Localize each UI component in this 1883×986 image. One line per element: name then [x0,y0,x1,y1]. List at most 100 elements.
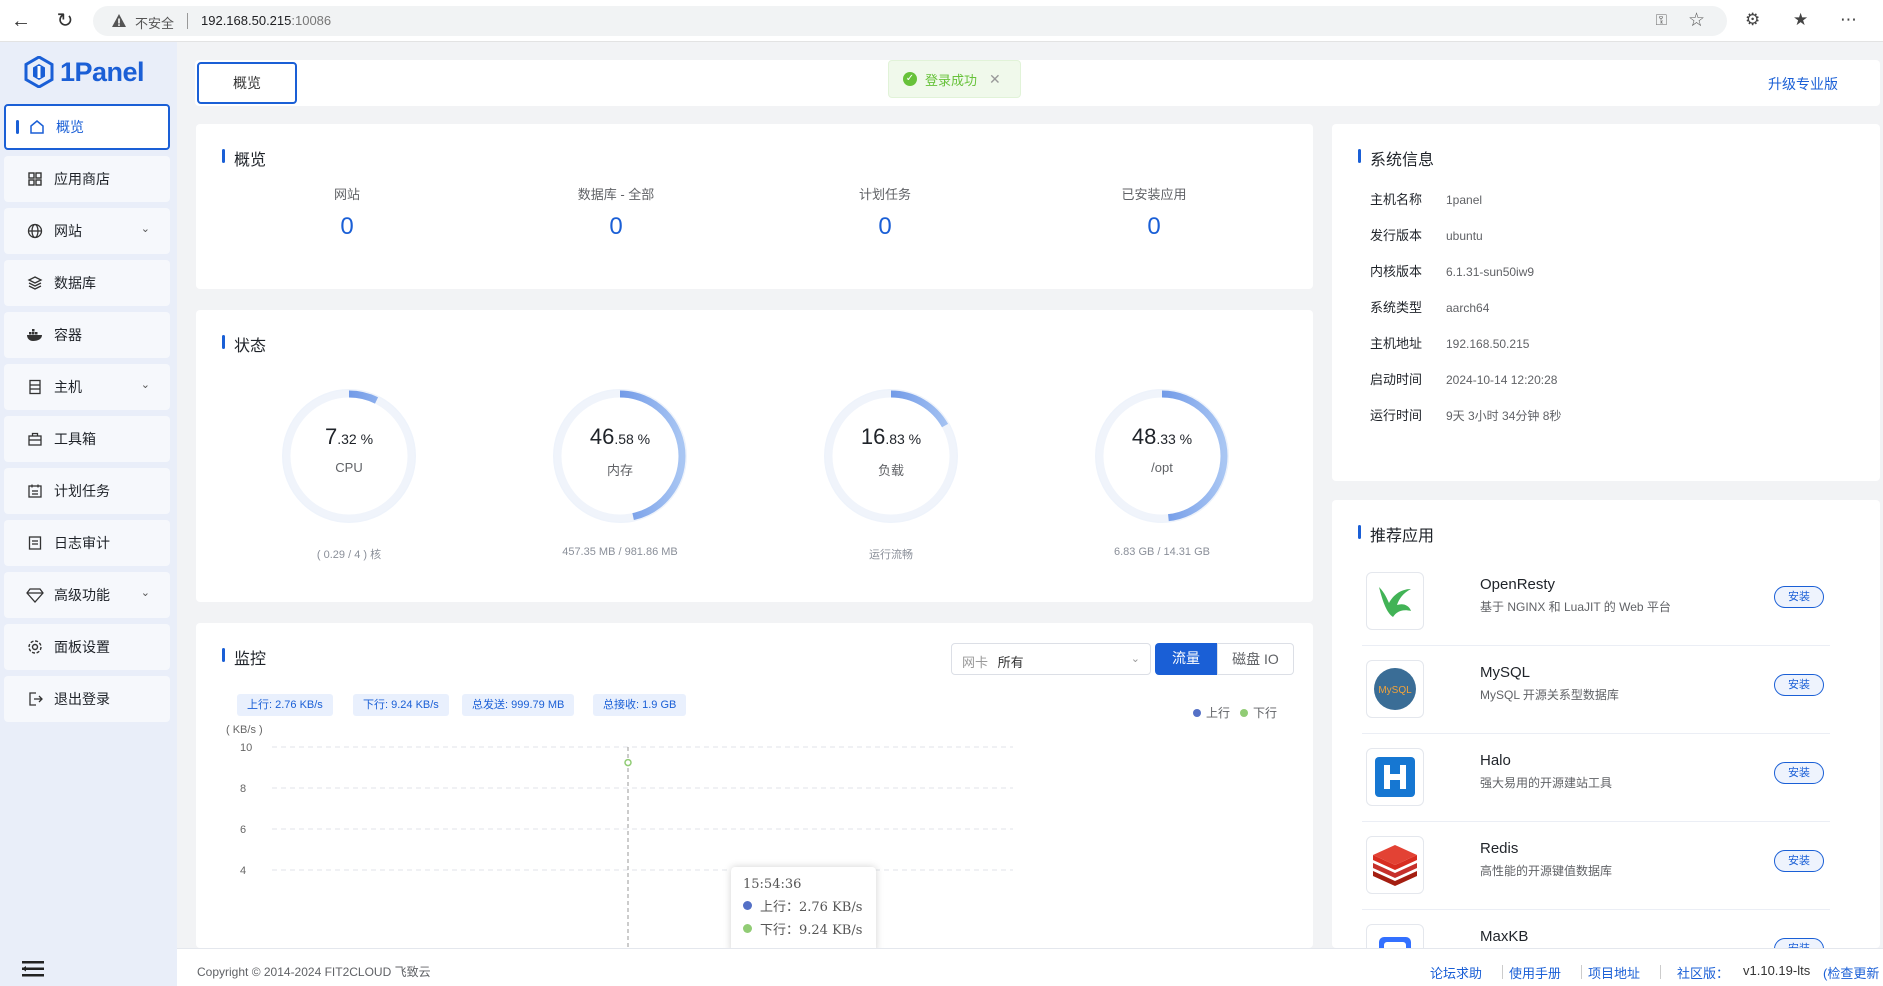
stat-value: 0 [878,213,892,240]
stat-websites[interactable]: 网站 0 [247,184,447,241]
project-link[interactable]: 项目地址 [1588,963,1640,982]
status-title: 状态 [222,332,266,356]
collapse-menu-icon[interactable] [22,960,44,978]
reload-icon[interactable]: ↻ [52,8,78,34]
stat-databases[interactable]: 数据库 - 全部 0 [516,184,716,241]
chevron-down-icon: ⌄ [140,223,150,235]
install-button[interactable]: 安装 [1774,850,1824,872]
address-bar[interactable]: 不安全 192.168.50.215:10086 ⚿ ☆ [93,6,1727,36]
tooltip-down: 下行：9.24 KB/s [760,923,863,938]
sidebar-item-label: 网站 [54,223,82,239]
gauge-value-int: 7 [324,424,338,449]
sidebar-item-label: 容器 [54,327,82,343]
chart-body: 10 8 6 4 ( KB/s ) [226,724,1013,948]
calendar-icon [26,482,44,500]
star-icon[interactable]: ☆ [1688,9,1705,32]
data-point [624,758,632,767]
sysinfo-card: 系统信息 主机名称 1panel 发行版本 ubuntu 内核版本 6.1.31-su… [1332,124,1880,481]
app-name: Redis [1480,840,1519,857]
toolbox-icon [26,430,44,448]
gauge-ring [553,389,687,523]
sidebar-menu: 概览 应用商店 网站 ⌄ 数据库 容器 主机 ⌄ 工具箱 计划任务 日志审计 高… [4,104,170,728]
tab-overview[interactable]: 概览 [197,62,297,104]
y-axis-unit: ( KB/s ) [226,724,263,736]
close-icon[interactable]: ✕ [989,71,1001,88]
sidebar-item-host[interactable]: 主机 ⌄ [4,364,170,410]
diamond-icon [26,586,44,604]
app-row-maxkb[interactable]: MaxKB 安装 [1362,910,1830,948]
stat-label: 网站 [333,187,360,202]
copyright-text: Copyright © 2014-2024 FIT2CLOUD 飞致云 [197,965,431,979]
gauge-disk[interactable]: 48.33 % /opt [1092,386,1232,526]
sidebar-item-label: 退出登录 [54,691,110,707]
key-icon[interactable]: ⚿ [1656,12,1667,29]
version-text: v1.10.19-lts [1743,963,1811,978]
footer-separator [1581,965,1582,979]
check-update-link[interactable]: (检查更新 [1823,963,1879,982]
info-address: 主机地址 192.168.50.215 [1370,333,1529,352]
stat-cron-jobs[interactable]: 计划任务 0 [785,184,985,241]
sidebar-item-logs[interactable]: 日志审计 [4,520,170,566]
gauge-value: 7.32 % [279,424,419,450]
footer-separator [1660,965,1661,979]
sidebar-item-database[interactable]: 数据库 [4,260,170,306]
tooltip-up: 上行：2.76 KB/s [760,900,863,915]
manual-link[interactable]: 使用手册 [1509,963,1561,982]
sidebar-item-advanced[interactable]: 高级功能 ⌄ [4,572,170,618]
back-arrow-icon[interactable]: ← [8,8,34,34]
maxkb-icon [1366,924,1424,948]
app-name: MySQL [1480,664,1531,681]
sidebar-item-toolbox[interactable]: 工具箱 [4,416,170,462]
gauge-value-dec: .33 % [1156,431,1193,447]
gauge-name: 负载 [877,463,904,478]
app-row-mysql[interactable]: MySQL MySQL MySQL 开源关系型数据库 安装 [1362,646,1830,734]
gauge-memory[interactable]: 46.58 % 内存 [550,386,690,526]
sidebar-item-settings[interactable]: 面板设置 [4,624,170,670]
upgrade-link[interactable]: 升级专业版 [1768,74,1838,94]
gauge-value-dec: .32 % [337,431,374,447]
app-name: Halo [1480,752,1511,769]
home-icon [28,118,46,136]
app-desc: 高性能的开源键值数据库 [1480,864,1613,878]
favorites-icon[interactable]: ★ [1793,10,1808,30]
install-button[interactable]: 安装 [1774,762,1824,784]
logo[interactable]: 1Panel [24,54,145,90]
install-button[interactable]: 安装 [1774,938,1824,948]
stat-installed-apps[interactable]: 已安装应用 0 [1054,184,1254,241]
tooltip-dot [743,901,752,910]
footer: Copyright © 2014-2024 FIT2CLOUD 飞致云 论坛求助… [177,948,1883,986]
gauge-name: 内存 [606,463,633,478]
info-value: 9天 3小时 34分钟 8秒 [1446,409,1562,423]
sidebar: 1Panel 概览 应用商店 网站 ⌄ 数据库 容器 主机 ⌄ 工具箱 计划任务… [0,42,177,986]
gauge-value: 16.83 % [821,424,961,450]
sidebar-item-overview[interactable]: 概览 [4,104,170,150]
server-icon [26,378,44,396]
warning-icon [112,14,126,27]
url-text[interactable]: 192.168.50.215:10086 [201,13,331,28]
info-key: 系统类型 [1370,300,1423,315]
info-uptime: 运行时间 9天 3小时 34分钟 8秒 [1370,405,1561,424]
gauge-cpu[interactable]: 7.32 % CPU [279,386,419,526]
gauge-load[interactable]: 16.83 % 负载 [821,386,961,526]
info-key: 内核版本 [1370,264,1423,279]
info-value: aarch64 [1446,301,1490,315]
app-row-halo[interactable]: Halo 强大易用的开源建站工具 安装 [1362,734,1830,822]
tooltip-dot [743,924,752,933]
y-tick-label: 6 [240,824,246,836]
stat-value: 0 [1147,213,1161,240]
app-row-openresty[interactable]: OpenResty 基于 NGINX 和 LuaJIT 的 Web 平台 安装 [1362,558,1830,646]
install-button[interactable]: 安装 [1774,674,1824,696]
sidebar-item-app-store[interactable]: 应用商店 [4,156,170,202]
forum-link[interactable]: 论坛求助 [1430,963,1482,982]
info-value: 192.168.50.215 [1446,337,1530,351]
app-row-redis[interactable]: Redis 高性能的开源键值数据库 安装 [1362,822,1830,910]
install-button[interactable]: 安装 [1774,586,1824,608]
sidebar-item-website[interactable]: 网站 ⌄ [4,208,170,254]
more-menu-icon[interactable]: ⋯ [1840,10,1857,30]
sidebar-item-cron[interactable]: 计划任务 [4,468,170,514]
extensions-icon[interactable]: ⚙ [1745,10,1760,30]
tooltip-row-down: 下行：9.24 KB/s [743,919,864,938]
sidebar-item-logout[interactable]: 退出登录 [4,676,170,722]
openresty-icon [1366,572,1424,630]
sidebar-item-container[interactable]: 容器 [4,312,170,358]
